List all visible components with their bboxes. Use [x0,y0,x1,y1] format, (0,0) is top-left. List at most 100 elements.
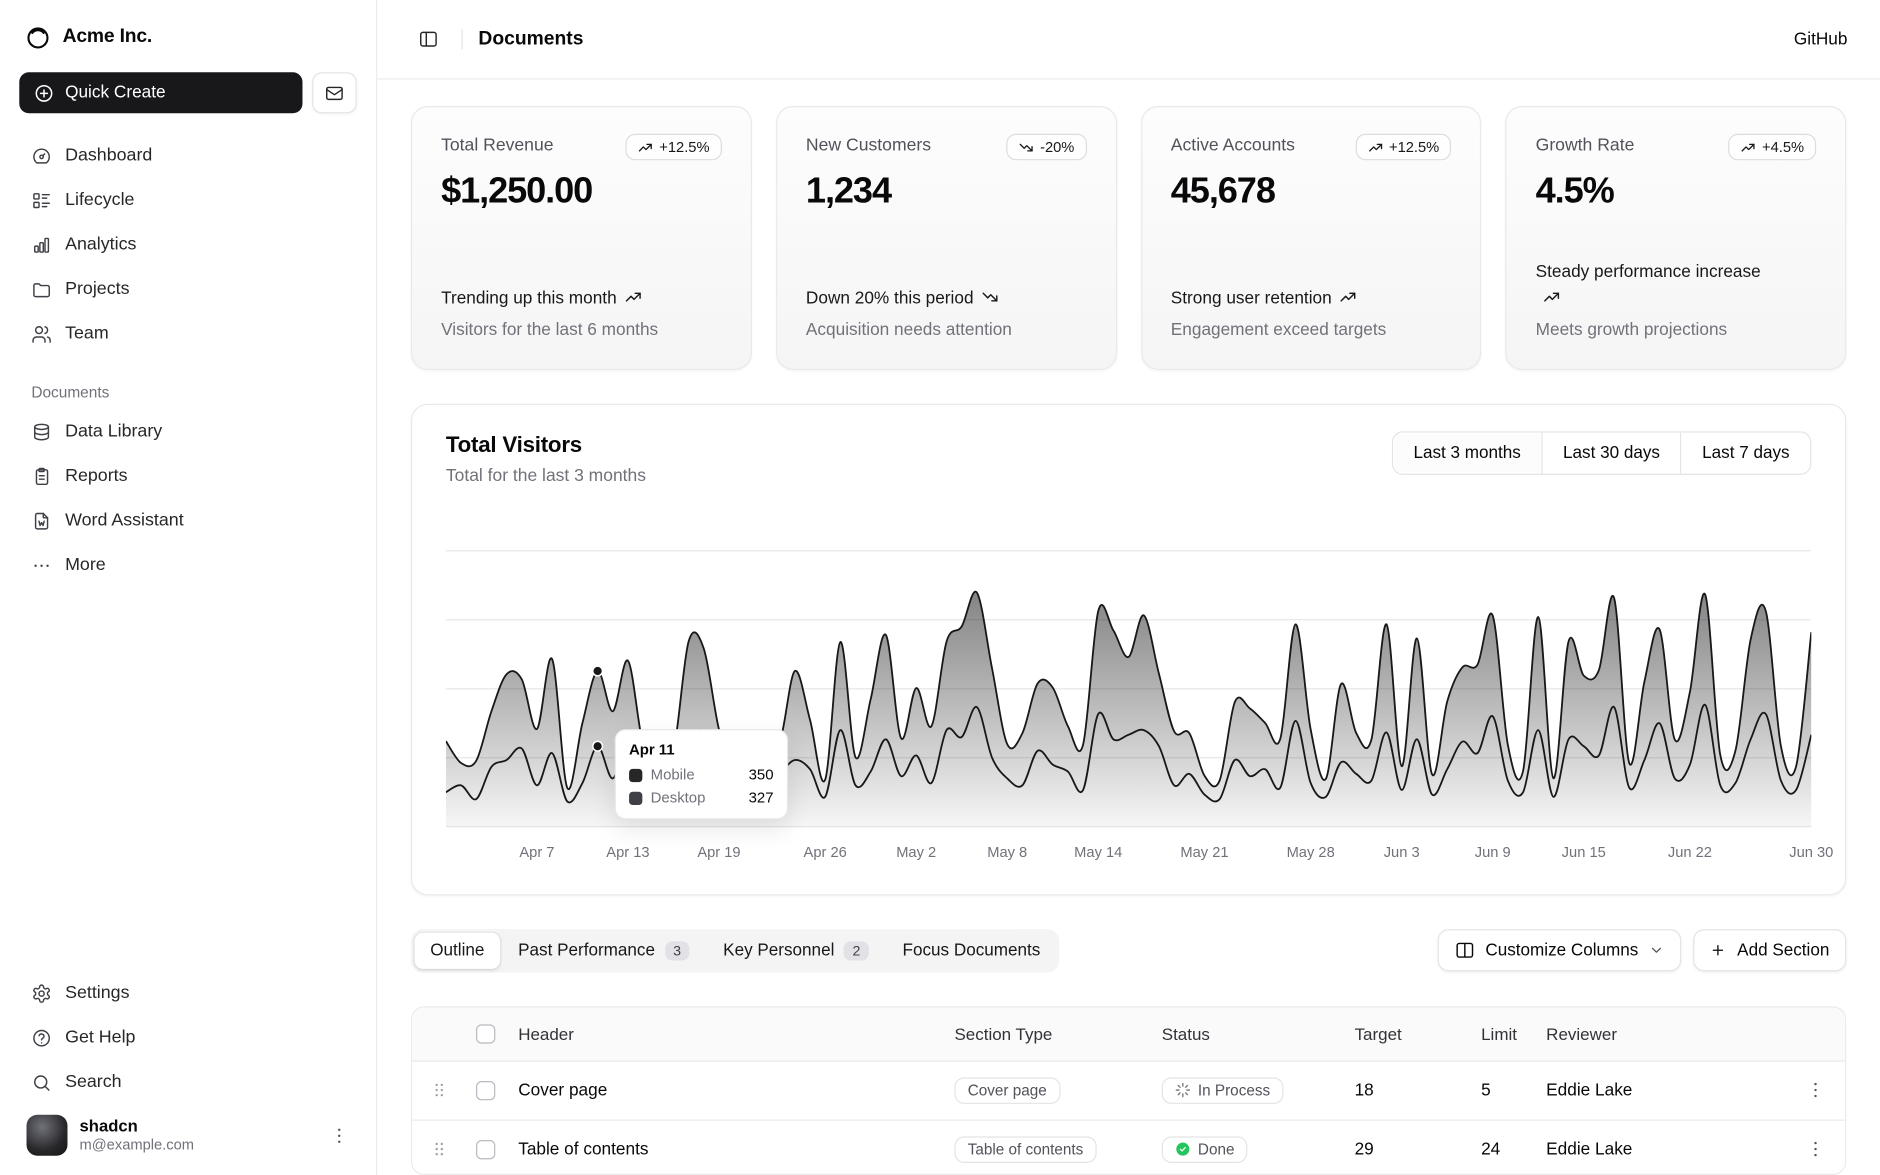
panel-left-icon [418,29,438,49]
sidebar-item-get-help[interactable]: Get Help [19,1017,356,1058]
x-tick-label: Apr 26 [804,844,847,861]
limit-cell[interactable]: 24 [1467,1140,1532,1159]
range-last-3-months[interactable]: Last 3 months [1393,433,1541,474]
drag-handle-icon[interactable] [412,1139,465,1159]
trend-badge: -20% [1006,134,1086,161]
target-cell[interactable]: 29 [1340,1140,1467,1159]
reviewer-cell[interactable]: Eddie Lake [1532,1140,1785,1159]
card-footer-title: Steady performance increase [1536,260,1777,312]
sidebar-item-more[interactable]: More [19,545,356,586]
x-tick-label: May 2 [896,844,936,861]
brand[interactable]: Acme Inc. [19,12,356,63]
github-link[interactable]: GitHub [1794,30,1848,49]
sections-table: Header Section Type Status Target Limit … [411,1006,1846,1175]
column-reviewer: Reviewer [1532,1024,1785,1043]
avatar [27,1115,68,1156]
quick-create-button[interactable]: Quick Create [19,72,302,113]
trending-up-icon [1536,289,1561,308]
chart-plot-area[interactable]: Apr 11 Mobile 350 Desktop 327 [446,515,1811,833]
limit-cell[interactable]: 5 [1467,1081,1532,1100]
sidebar-item-team[interactable]: Team [19,313,356,354]
x-tick-label: Apr 13 [606,844,649,861]
sidebar-item-analytics[interactable]: Analytics [19,224,356,265]
brand-name: Acme Inc. [63,27,152,49]
sidebar-item-label: Lifecycle [65,190,134,209]
range-toggle-group: Last 3 months Last 30 days Last 7 days [1392,431,1812,474]
sidebar-section-documents: Documents [19,383,356,401]
sidebar-item-lifecycle[interactable]: Lifecycle [19,180,356,221]
trend-badge: +12.5% [626,134,722,161]
user-account[interactable]: shadcn m@example.com [19,1103,356,1156]
customize-columns-button[interactable]: Customize Columns [1437,929,1682,971]
column-header: Header [506,1024,940,1043]
card-footer-title: Strong user retention [1171,286,1451,312]
add-section-button[interactable]: Add Section [1694,929,1846,971]
row-header-cell[interactable]: Table of contents [506,1140,940,1159]
chart-x-axis: Apr 7Apr 13Apr 19Apr 26May 2May 8May 14M… [446,838,1811,865]
x-tick-label: May 14 [1074,844,1122,861]
sidebar-item-label: Projects [65,280,129,299]
card-title: Active Accounts [1171,134,1295,156]
page-content: Total Revenue +12.5% $1,250.00 Trending … [377,80,1880,1175]
x-tick-label: Jun 22 [1668,844,1712,861]
main-nav: Dashboard Lifecycle Analytics Projects T… [19,135,356,354]
sidebar-item-label: Data Library [65,422,162,441]
x-tick-label: Jun 3 [1384,844,1420,861]
x-tick-label: Apr 7 [519,844,554,861]
drag-handle-icon[interactable] [412,1080,465,1100]
dashboard-app: Acme Inc. Quick Create Dashboard [0,0,1880,1175]
x-tick-label: May 21 [1180,844,1228,861]
footer-nav: Settings Get Help Search [19,973,356,1103]
gear-icon [31,983,51,1003]
row-menu-dots-icon[interactable] [1785,1139,1845,1159]
card-title: Total Revenue [441,134,553,156]
sidebar-item-reports[interactable]: Reports [19,456,356,497]
tab-key-personnel[interactable]: Key Personnel2 [708,932,885,968]
card-value: 4.5% [1536,171,1816,212]
total-visitors-card: Total Visitors Total for the last 3 mont… [411,404,1846,895]
trend-badge: +12.5% [1355,134,1451,161]
sidebar-item-search[interactable]: Search [19,1062,356,1103]
sidebar-toggle-button[interactable] [410,21,446,57]
tooltip-row-mobile: Mobile 350 [629,766,774,783]
sidebar-item-label: Get Help [65,1028,135,1047]
tab-count-badge: 2 [844,941,869,960]
chart-tooltip: Apr 11 Mobile 350 Desktop 327 [614,729,788,819]
x-tick-label: Jun 9 [1475,844,1511,861]
trending-down-icon [974,289,999,308]
tooltip-row-desktop: Desktop 327 [629,789,774,806]
users-icon [31,324,51,344]
user-menu-dots-icon[interactable] [329,1125,349,1145]
select-all-checkbox[interactable] [476,1024,495,1043]
tab-focus-documents[interactable]: Focus Documents [887,932,1056,968]
sidebar-item-projects[interactable]: Projects [19,269,356,310]
sidebar-item-data-library[interactable]: Data Library [19,411,356,452]
documents-nav: Data Library Reports Word Assistant More [19,411,356,586]
row-header-cell[interactable]: Cover page [506,1081,940,1100]
user-email: m@example.com [80,1136,195,1154]
main-area: Documents GitHub Total Revenue +12.5% $1… [377,0,1880,1175]
tab-past-performance[interactable]: Past Performance3 [502,932,705,968]
row-menu-dots-icon[interactable] [1785,1080,1845,1100]
mail-icon [324,83,344,103]
reviewer-cell[interactable]: Eddie Lake [1532,1081,1785,1100]
sidebar-item-label: Word Assistant [65,511,184,530]
file-word-icon [31,510,51,530]
status-badge: In Process [1162,1077,1284,1104]
database-icon [31,421,51,441]
row-checkbox[interactable] [476,1081,495,1100]
inbox-mail-button[interactable] [312,72,357,113]
sidebar-item-word-assistant[interactable]: Word Assistant [19,500,356,541]
status-badge: Done [1162,1136,1248,1163]
user-name: shadcn [80,1116,195,1137]
sidebar-item-dashboard[interactable]: Dashboard [19,135,356,176]
tab-outline[interactable]: Outline [415,932,501,968]
row-checkbox[interactable] [476,1140,495,1159]
sidebar-item-settings[interactable]: Settings [19,973,356,1014]
card-footer-desc: Engagement exceed targets [1171,321,1451,340]
desktop-series-swatch [629,791,642,804]
range-last-7-days[interactable]: Last 7 days [1680,433,1810,474]
help-circle-icon [31,1027,51,1047]
range-last-30-days[interactable]: Last 30 days [1541,433,1680,474]
target-cell[interactable]: 18 [1340,1081,1467,1100]
